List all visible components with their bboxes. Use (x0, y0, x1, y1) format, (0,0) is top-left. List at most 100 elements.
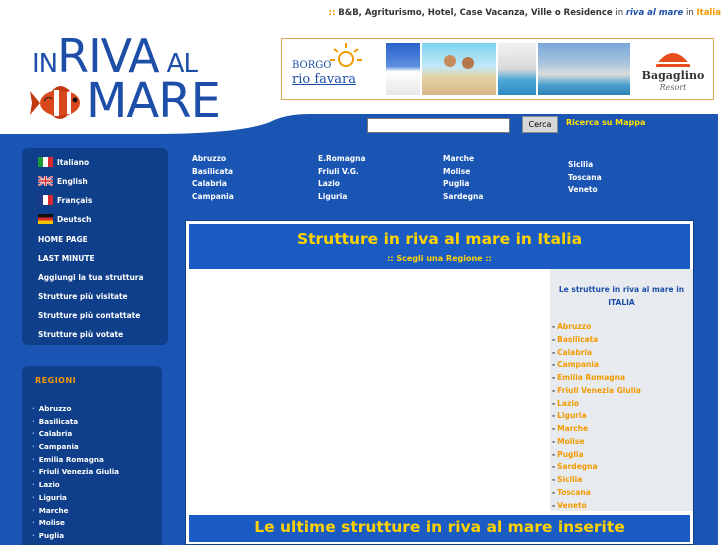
map-area[interactable] (189, 269, 548, 511)
region-link[interactable]: Lazio (318, 178, 366, 191)
side-region-label: Molise (557, 436, 585, 446)
region-link[interactable]: Liguria (318, 191, 366, 204)
side-region-label: Puglia (557, 449, 584, 459)
side-region-item[interactable]: - Liguria (552, 410, 641, 423)
bagaglino-label: Bagaglino (641, 69, 705, 82)
side-region-item[interactable]: - Puglia (552, 449, 641, 462)
sun-icon (330, 43, 362, 67)
tagline-italia: Italia (696, 8, 721, 18)
bagaglino-sun-icon (656, 53, 690, 67)
side-region-label: Calabria (557, 347, 593, 357)
borgo-rio-favara-logo: BORGO rio favara (286, 43, 382, 95)
menu-most-visited[interactable]: Strutture più visitate (38, 292, 128, 301)
side-region-item[interactable]: - Calabria (552, 347, 641, 360)
side-region-label: Abruzzo (557, 322, 592, 331)
bagaglino-logo: Bagaglino Resort (636, 43, 710, 95)
region-item[interactable]: Molise (32, 517, 119, 530)
region-link[interactable]: Campania (192, 191, 234, 204)
language-english[interactable]: English (38, 176, 88, 186)
region-link[interactable]: Toscana (568, 172, 602, 185)
language-deutsch[interactable]: Deutsch (38, 214, 92, 224)
region-link[interactable]: Basilicata (192, 166, 234, 179)
regions-list: Abruzzo Basilicata Calabria Campania Emi… (32, 403, 119, 543)
menu-last-minute[interactable]: LAST MINUTE (38, 254, 95, 263)
menu-home-page[interactable]: HOME PAGE (38, 235, 88, 244)
search-button[interactable]: Cerca (522, 116, 558, 133)
resort-photo (538, 43, 630, 95)
de-flag-icon (38, 214, 53, 224)
language-francais[interactable]: Français (38, 195, 92, 205)
region-link[interactable]: Abruzzo (192, 153, 234, 166)
side-region-label: Marche (557, 424, 589, 433)
region-item[interactable]: Marche (32, 505, 119, 518)
side-region-item[interactable]: - Lazio (552, 398, 641, 411)
region-item[interactable]: Friuli Venezia Giulia (32, 466, 119, 479)
side-region-label: Emilia Romagna (557, 373, 626, 382)
menu-most-voted[interactable]: Strutture più votate (38, 330, 123, 339)
search-input[interactable] (367, 118, 510, 133)
latest-structures-title: Le ultime strutture in riva al mare inse… (254, 518, 625, 536)
side-region-item[interactable]: - Sicilia (552, 474, 641, 487)
beach-couple-photo (422, 43, 496, 95)
side-region-item[interactable]: - Toscana (552, 487, 641, 500)
region-column-4: Sicilia Toscana Veneto (568, 159, 602, 197)
region-item[interactable]: Basilicata (32, 416, 119, 429)
site-logo[interactable]: INRIVA AL MARE (30, 33, 240, 125)
side-region-item[interactable]: - Sardegna (552, 461, 641, 474)
region-link[interactable]: E.Romagna (318, 153, 366, 166)
tagline-in-2: in (683, 8, 697, 18)
region-link[interactable]: Veneto (568, 184, 602, 197)
menu-most-contacted[interactable]: Strutture più contattate (38, 311, 140, 320)
resort-label: Resort (659, 83, 687, 92)
region-link[interactable]: Molise (443, 166, 483, 179)
panel-header: Strutture in riva al mare in Italia :: S… (189, 224, 690, 269)
fr-flag-icon (38, 195, 53, 205)
side-region-label: Liguria (557, 411, 587, 421)
region-item[interactable]: Campania (32, 441, 119, 454)
side-region-item[interactable]: - Emilia Romagna (552, 372, 641, 385)
side-region-label: Lazio (557, 398, 580, 408)
regions-title: REGIONI (35, 376, 77, 385)
region-link[interactable]: Sardegna (443, 191, 483, 204)
region-item[interactable]: Liguria (32, 492, 119, 505)
region-item[interactable]: Lazio (32, 479, 119, 492)
side-region-item[interactable]: - Friuli Venezia Giulia (552, 385, 641, 398)
tagline-in-1: in (612, 8, 626, 18)
side-region-label: Friuli Venezia Giulia (557, 385, 641, 395)
region-link[interactable]: Marche (443, 153, 483, 166)
tagline-text: B&B, Agriturismo, Hotel, Case Vacanza, V… (338, 8, 613, 18)
menu-add-structure[interactable]: Aggiungi la tua struttura (38, 273, 144, 282)
region-link[interactable]: Calabria (192, 178, 234, 191)
tagline-riva: riva al mare (625, 8, 684, 18)
language-label: Deutsch (57, 214, 92, 224)
region-item[interactable]: Abruzzo (32, 403, 119, 416)
side-region-item[interactable]: - Marche (552, 423, 641, 436)
advert-banner[interactable]: BORGO rio favara Bagaglino Resort (281, 38, 714, 100)
language-label: Italiano (57, 157, 90, 167)
region-link[interactable]: Puglia (443, 178, 483, 191)
latest-structures-header: Le ultime strutture in riva al mare inse… (189, 515, 690, 542)
borgo-label: BORGO (292, 60, 332, 71)
pool-photo (498, 43, 536, 95)
side-region-item[interactable]: - Abruzzo (552, 321, 641, 334)
page-title: Strutture in riva al mare in Italia (296, 230, 583, 248)
side-region-item[interactable]: - Campania (552, 359, 641, 372)
side-region-label: Sardegna (557, 462, 598, 472)
map-search-link[interactable]: Ricerca su Mappa (566, 118, 645, 127)
regions-sidebar: REGIONI Abruzzo Basilicata Calabria Camp… (22, 366, 162, 545)
region-item[interactable]: Emilia Romagna (32, 454, 119, 467)
language-label: English (57, 176, 88, 186)
region-link[interactable]: Sicilia (568, 159, 602, 172)
content-panel: Strutture in riva al mare in Italia :: S… (185, 220, 694, 545)
site-tagline: :: B&B, Agriturismo, Hotel, Case Vacanza… (329, 8, 721, 18)
side-region-item[interactable]: - Veneto (552, 500, 641, 513)
region-item[interactable]: Puglia (32, 530, 119, 543)
region-link[interactable]: Friuli V.G. (318, 166, 366, 179)
region-item[interactable]: Calabria (32, 428, 119, 441)
side-region-item[interactable]: - Molise (552, 436, 641, 449)
rio-favara-label: rio favara (292, 72, 356, 87)
region-column-3: Marche Molise Puglia Sardegna (443, 153, 483, 203)
region-column-1: Abruzzo Basilicata Calabria Campania (192, 153, 234, 203)
side-region-item[interactable]: - Basilicata (552, 334, 641, 347)
language-italiano[interactable]: Italiano (38, 157, 89, 167)
